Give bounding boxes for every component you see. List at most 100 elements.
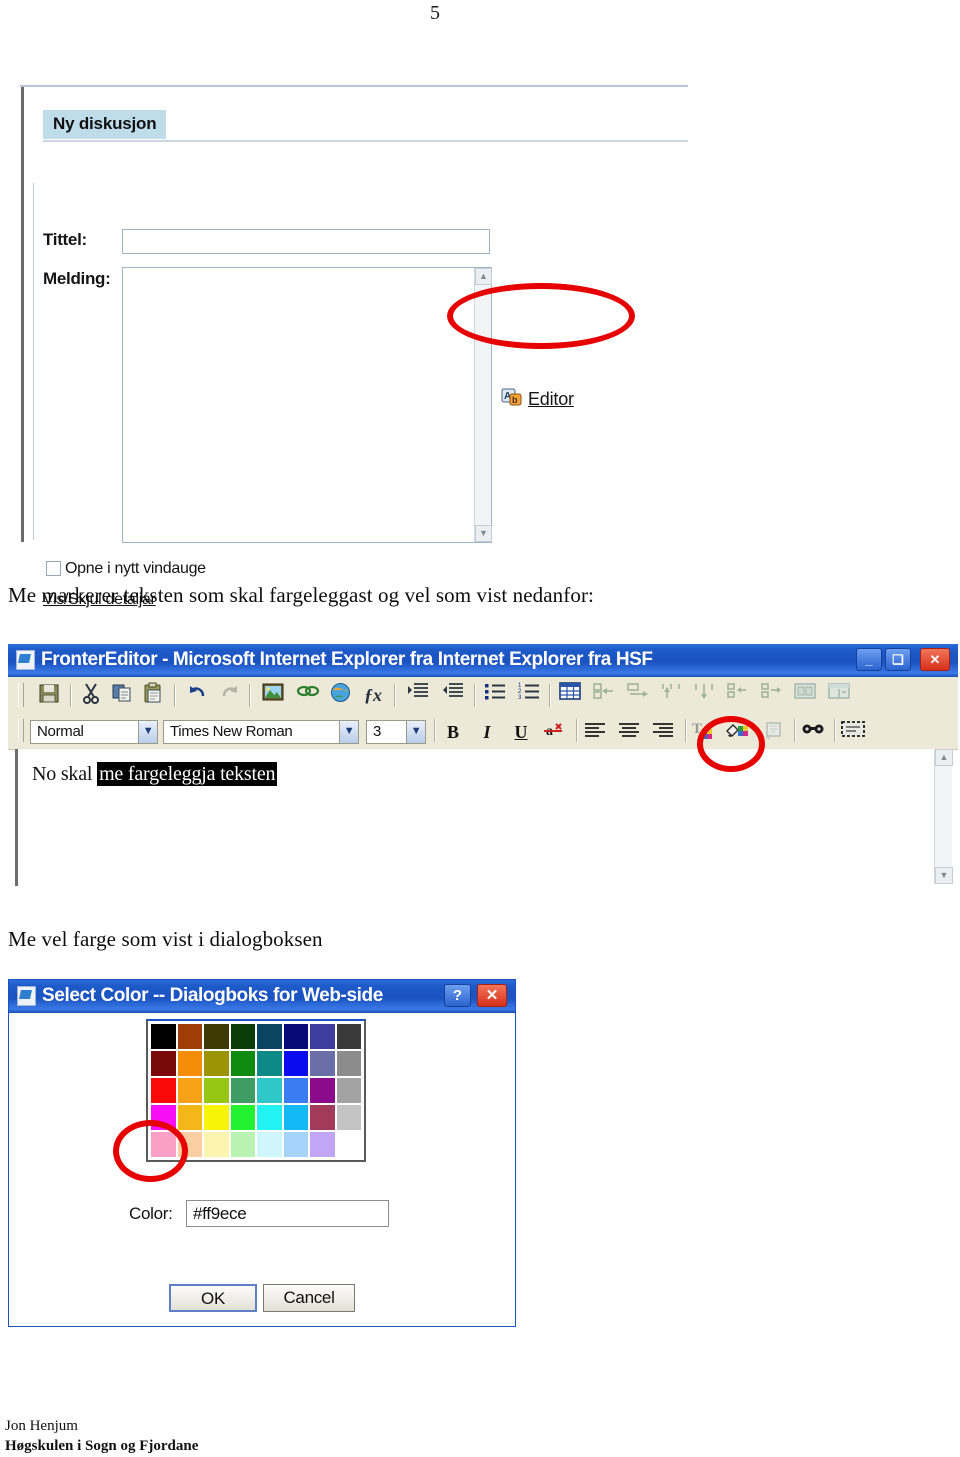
color-swatch[interactable] — [176, 1104, 203, 1131]
toolbar-grip[interactable] — [18, 719, 24, 742]
color-swatch[interactable] — [256, 1104, 283, 1131]
indent-decrease-icon[interactable] — [438, 682, 468, 709]
color-swatch[interactable] — [309, 1077, 336, 1104]
bold-button[interactable]: B — [440, 720, 466, 744]
color-swatch[interactable] — [203, 1131, 230, 1158]
formula-icon[interactable]: ƒx — [358, 682, 388, 709]
color-swatch[interactable] — [150, 1023, 177, 1050]
color-swatch[interactable] — [256, 1050, 283, 1077]
color-swatch[interactable] — [176, 1077, 203, 1104]
color-swatch[interactable] — [203, 1023, 230, 1050]
color-swatch[interactable] — [309, 1023, 336, 1050]
split-cells-icon[interactable] — [824, 682, 854, 709]
color-swatch[interactable] — [229, 1077, 256, 1104]
color-swatch[interactable] — [229, 1104, 256, 1131]
underline-button[interactable]: U — [508, 720, 534, 744]
select-all-button[interactable] — [840, 720, 866, 744]
align-right-button[interactable] — [650, 720, 676, 744]
insert-link-icon[interactable] — [293, 682, 323, 709]
insert-image-icon[interactable] — [258, 682, 288, 709]
chevron-down-icon[interactable]: ▼ — [406, 721, 425, 743]
maximize-button[interactable]: ❑ — [885, 648, 911, 671]
cut-icon[interactable] — [76, 682, 106, 709]
editor-scrollbar[interactable]: ▲ ▼ — [934, 749, 953, 884]
color-swatch[interactable] — [256, 1023, 283, 1050]
insert-row-above-icon[interactable] — [656, 682, 686, 709]
insert-column-right-icon[interactable] — [623, 682, 653, 709]
toolbar-grip[interactable] — [18, 683, 24, 707]
color-swatch[interactable] — [282, 1131, 309, 1158]
title-input[interactable] — [122, 229, 490, 254]
color-swatch[interactable] — [282, 1077, 309, 1104]
numbered-list-icon[interactable]: 123 — [514, 682, 544, 709]
italic-button[interactable]: I — [474, 720, 500, 744]
color-swatch[interactable] — [335, 1077, 362, 1104]
minimize-button[interactable]: _ — [856, 648, 882, 671]
color-swatch[interactable] — [309, 1050, 336, 1077]
toolbar-separator — [834, 719, 836, 742]
scroll-down-icon[interactable]: ▼ — [935, 867, 953, 884]
tab-ny-diskusjon[interactable]: Ny diskusjon — [43, 110, 167, 139]
chevron-down-icon[interactable]: ▼ — [138, 721, 157, 743]
color-swatch[interactable] — [229, 1131, 256, 1158]
scroll-up-icon[interactable]: ▲ — [475, 268, 492, 285]
color-swatch[interactable] — [256, 1077, 283, 1104]
page-number: 5 — [430, 2, 440, 24]
merge-cells-icon[interactable] — [790, 682, 820, 709]
color-swatch[interactable] — [229, 1023, 256, 1050]
color-swatch[interactable] — [176, 1023, 203, 1050]
color-swatch[interactable] — [335, 1050, 362, 1077]
color-swatch[interactable] — [335, 1023, 362, 1050]
insert-column-left-icon[interactable] — [589, 682, 619, 709]
paste-icon[interactable] — [138, 682, 168, 709]
find-button[interactable] — [800, 720, 826, 744]
remove-format-button[interactable]: a — [540, 720, 566, 744]
color-swatch[interactable] — [309, 1104, 336, 1131]
close-button[interactable]: ✕ — [920, 648, 950, 671]
color-swatch[interactable] — [203, 1077, 230, 1104]
style-select[interactable]: Normal ▼ — [30, 720, 158, 744]
insert-row-below-icon[interactable] — [689, 682, 719, 709]
color-swatch[interactable] — [335, 1104, 362, 1131]
close-button[interactable]: ✕ — [477, 984, 507, 1007]
scroll-up-icon[interactable]: ▲ — [935, 749, 953, 766]
cancel-button[interactable]: Cancel — [263, 1284, 355, 1312]
redo-icon[interactable] — [214, 682, 244, 709]
align-left-button[interactable] — [582, 720, 608, 744]
color-swatch[interactable] — [150, 1077, 177, 1104]
font-select[interactable]: Times New Roman ▼ — [163, 720, 359, 744]
toolbar-separator — [394, 684, 396, 707]
color-swatch[interactable] — [282, 1023, 309, 1050]
editor-content-area[interactable]: ▲ ▼ No skal me fargeleggja teksten — [15, 749, 953, 886]
align-center-button[interactable] — [616, 720, 642, 744]
save-icon[interactable] — [34, 682, 64, 709]
color-swatch[interactable] — [203, 1104, 230, 1131]
chevron-down-icon[interactable]: ▼ — [339, 721, 358, 743]
color-swatch[interactable] — [229, 1050, 256, 1077]
copy-icon[interactable] — [107, 682, 137, 709]
paste-special-button[interactable] — [761, 720, 787, 744]
color-swatch[interactable] — [309, 1131, 336, 1158]
color-swatch[interactable] — [150, 1050, 177, 1077]
color-swatch[interactable] — [176, 1050, 203, 1077]
scroll-down-icon[interactable]: ▼ — [475, 525, 492, 542]
color-swatch[interactable] — [203, 1050, 230, 1077]
undo-icon[interactable] — [183, 682, 213, 709]
open-in-new-window-checkbox[interactable] — [46, 561, 61, 576]
delete-row-icon[interactable] — [756, 682, 786, 709]
ok-button[interactable]: OK — [169, 1284, 257, 1312]
insert-table-icon[interactable] — [555, 682, 585, 709]
color-swatch[interactable] — [256, 1131, 283, 1158]
color-swatch[interactable] — [335, 1131, 362, 1158]
color-value-input[interactable]: #ff9ece — [186, 1200, 389, 1227]
indent-increase-icon[interactable] — [403, 682, 433, 709]
help-button[interactable]: ? — [444, 984, 471, 1007]
color-swatch[interactable] — [282, 1050, 309, 1077]
delete-column-icon[interactable] — [722, 682, 752, 709]
editor-link[interactable]: Editor — [528, 389, 574, 410]
bullet-list-icon[interactable] — [480, 682, 510, 709]
color-swatch[interactable] — [282, 1104, 309, 1131]
message-textarea[interactable]: ▲ ▼ — [122, 267, 492, 543]
globe-icon[interactable] — [325, 682, 355, 709]
size-select[interactable]: 3 ▼ — [366, 720, 426, 744]
